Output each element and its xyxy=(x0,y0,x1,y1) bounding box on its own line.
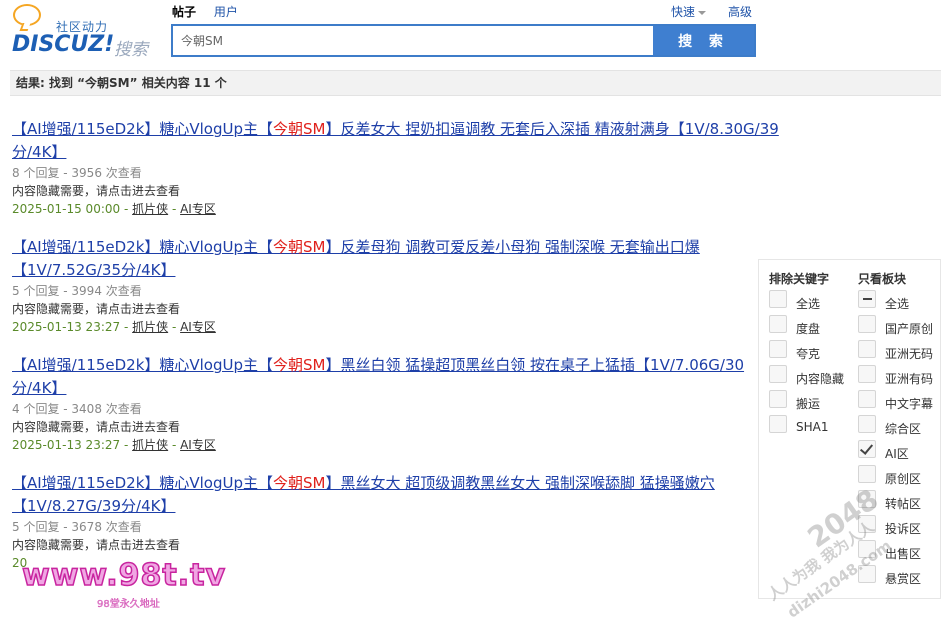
forum-option[interactable]: 国产原创 xyxy=(858,315,941,340)
forum-option[interactable]: 出售区 xyxy=(858,540,941,565)
checkbox[interactable] xyxy=(858,390,876,408)
result-title-link[interactable]: 【AI增强/115eD2k】糖心VlogUp主【今朝SM】反差女大 捏奶扣逼调教… xyxy=(12,118,782,164)
checkbox[interactable] xyxy=(769,315,787,333)
forum-option[interactable]: AI区 xyxy=(858,440,941,465)
exclude-keywords-title: 排除关键字 xyxy=(769,272,830,286)
result-summary: 结果: 找到 “今朝SM” 相关内容 11 个 xyxy=(10,70,941,96)
result-item: 【AI增强/115eD2k】糖心VlogUp主【今朝SM】反差母狗 调教可爱反差… xyxy=(12,236,782,336)
result-forum-link[interactable]: AI专区 xyxy=(180,202,216,216)
only-forums-column: 只看板块 全选 国产原创 亚洲无码 亚洲有码 中文字幕 综合区 AI区 原创区 … xyxy=(858,270,941,590)
logo-sub: 搜索 xyxy=(114,40,148,60)
result-desc: 内容隐藏需要，请点击进去查看 xyxy=(12,302,181,316)
result-title-link[interactable]: 【AI增强/115eD2k】糖心VlogUp主【今朝SM】黑丝女大 超顶级调教黑… xyxy=(12,472,782,518)
result-info: 2025-01-15 00:00 - 抓片侠 - AI专区 xyxy=(12,202,216,216)
forum-option[interactable]: 亚洲有码 xyxy=(858,365,941,390)
filter-panel: 排除关键字 全选 度盘 夸克 内容隐藏 搬运 SHA1 只看板块 全选 国产原创… xyxy=(758,259,941,599)
result-author-link[interactable]: 抓片侠 xyxy=(132,202,168,216)
quick-search-dropdown[interactable]: 快速 xyxy=(671,3,707,20)
exclude-option[interactable]: 夸克 xyxy=(769,340,859,365)
result-info: 2025-01-13 23:27 - 抓片侠 - AI专区 xyxy=(12,320,216,334)
forum-option[interactable]: 悬赏区 xyxy=(858,565,941,590)
search-button[interactable]: 搜 索 xyxy=(653,26,754,55)
result-item: 【AI增强/115eD2k】糖心VlogUp主【今朝SM】黑丝女大 超顶级调教黑… xyxy=(12,472,782,572)
speech-bubble-icon xyxy=(13,4,41,26)
forum-option[interactable]: 全选 xyxy=(858,290,941,315)
results-list: 【AI增强/115eD2k】糖心VlogUp主【今朝SM】反差女大 捏奶扣逼调教… xyxy=(12,118,782,590)
checkbox[interactable] xyxy=(858,340,876,358)
result-desc: 内容隐藏需要，请点击进去查看 xyxy=(12,538,181,552)
forum-option[interactable]: 亚洲无码 xyxy=(858,340,941,365)
result-author-link[interactable]: 抓片侠 xyxy=(132,320,168,334)
checkbox[interactable] xyxy=(858,365,876,383)
checkbox[interactable] xyxy=(858,515,876,533)
tab-users[interactable]: 用户 xyxy=(214,5,238,19)
result-item: 【AI增强/115eD2k】糖心VlogUp主【今朝SM】反差女大 捏奶扣逼调教… xyxy=(12,118,782,218)
checkbox[interactable] xyxy=(858,465,876,483)
result-stats: 5 个回复 - 3678 次查看 xyxy=(12,520,142,534)
result-info: 20 xyxy=(12,554,782,572)
result-date: 20 xyxy=(12,556,28,570)
search-type-tabs: 帖子 用户 xyxy=(172,3,252,20)
checkbox-partial[interactable] xyxy=(858,290,876,308)
forum-option[interactable]: 综合区 xyxy=(858,415,941,440)
result-stats: 8 个回复 - 3956 次查看 xyxy=(12,166,142,180)
result-author-link[interactable]: 抓片侠 xyxy=(132,438,168,452)
result-desc: 内容隐藏需要，请点击进去查看 xyxy=(12,420,181,434)
checkbox[interactable] xyxy=(858,315,876,333)
result-date: 2025-01-13 23:27 xyxy=(12,438,121,452)
checkbox[interactable] xyxy=(858,565,876,583)
checkbox[interactable] xyxy=(858,490,876,508)
caret-down-icon xyxy=(698,10,707,15)
result-stats: 5 个回复 - 3994 次查看 xyxy=(12,284,142,298)
tab-posts[interactable]: 帖子 xyxy=(172,5,196,19)
result-desc: 内容隐藏需要，请点击进去查看 xyxy=(12,184,181,198)
checkbox[interactable] xyxy=(769,390,787,408)
result-stats: 4 个回复 - 3408 次查看 xyxy=(12,402,142,416)
checkbox[interactable] xyxy=(769,365,787,383)
result-info: 2025-01-13 23:27 - 抓片侠 - AI专区 xyxy=(12,438,216,452)
checkbox[interactable] xyxy=(769,290,787,308)
exclude-option[interactable]: 内容隐藏 xyxy=(769,365,859,390)
forum-option[interactable]: 原创区 xyxy=(858,465,941,490)
result-title-link[interactable]: 【AI增强/115eD2k】糖心VlogUp主【今朝SM】反差母狗 调教可爱反差… xyxy=(12,236,782,282)
only-forums-title: 只看板块 xyxy=(858,272,907,286)
search-bar: 搜 索 xyxy=(171,24,756,57)
forum-option[interactable]: 中文字幕 xyxy=(858,390,941,415)
exclude-option[interactable]: 度盘 xyxy=(769,315,859,340)
exclude-option[interactable]: 搬运 xyxy=(769,390,859,415)
checkbox-checked[interactable] xyxy=(858,440,876,458)
result-forum-link[interactable]: AI专区 xyxy=(180,320,216,334)
exclude-keywords-column: 排除关键字 全选 度盘 夸克 内容隐藏 搬运 SHA1 xyxy=(769,270,859,440)
discuz-logo[interactable]: 社区动力 DISCUZ! 搜索 xyxy=(10,2,160,60)
checkbox[interactable] xyxy=(858,540,876,558)
result-date: 2025-01-13 23:27 xyxy=(12,320,121,334)
advanced-search-link[interactable]: 高级 xyxy=(728,3,752,20)
search-input[interactable] xyxy=(173,26,655,55)
forum-option[interactable]: 投诉区 xyxy=(858,515,941,540)
result-date: 2025-01-15 00:00 xyxy=(12,202,121,216)
checkbox[interactable] xyxy=(769,415,787,433)
exclude-option[interactable]: SHA1 xyxy=(769,415,859,440)
checkbox[interactable] xyxy=(769,340,787,358)
logo-brand: DISCUZ! xyxy=(12,32,115,57)
result-forum-link[interactable]: AI专区 xyxy=(180,438,216,452)
exclude-option[interactable]: 全选 xyxy=(769,290,859,315)
quick-label: 快速 xyxy=(671,5,696,19)
result-title-link[interactable]: 【AI增强/115eD2k】糖心VlogUp主【今朝SM】黑丝白领 猛操超顶黑丝… xyxy=(12,354,782,400)
result-item: 【AI增强/115eD2k】糖心VlogUp主【今朝SM】黑丝白领 猛操超顶黑丝… xyxy=(12,354,782,454)
forum-option[interactable]: 转帖区 xyxy=(858,490,941,515)
checkbox[interactable] xyxy=(858,415,876,433)
